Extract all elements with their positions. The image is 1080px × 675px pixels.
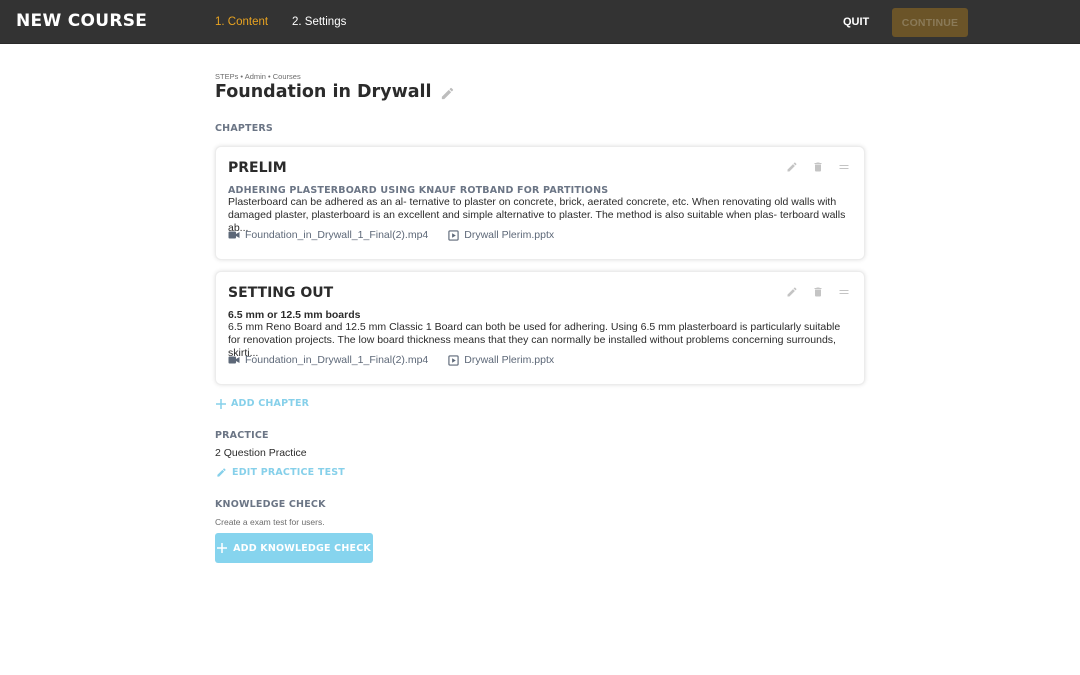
file-name: Foundation_in_Drywall_1_Final(2).mp4	[245, 354, 429, 366]
edit-practice-test-button[interactable]: EDIT PRACTICE TEST	[216, 467, 345, 478]
knowledge-check-hint: Create a exam test for users.	[215, 517, 325, 527]
page-brand-title: NEW COURSE	[16, 11, 148, 31]
trash-icon[interactable]	[810, 159, 826, 175]
course-title: Foundation in Drywall	[215, 82, 432, 102]
add-knowledge-check-button[interactable]: ADD KNOWLEDGE CHECK	[215, 533, 373, 563]
plus-icon	[216, 398, 226, 409]
edit-icon[interactable]	[784, 284, 800, 300]
file-link[interactable]: Drywall Plerim.pptx	[448, 354, 554, 366]
chapter-files: Foundation_in_Drywall_1_Final(2).mp4 Dry…	[228, 229, 554, 241]
continue-button[interactable]: CONTINUE	[892, 8, 968, 37]
chapters-heading: CHAPTERS	[215, 123, 273, 134]
chapter-actions	[784, 284, 852, 300]
tab-content[interactable]: 1. Content	[215, 16, 268, 28]
top-bar: NEW COURSE 1. Content 2. Settings QUIT C…	[0, 0, 1080, 44]
chapter-title: SETTING OUT	[228, 285, 334, 301]
quit-button[interactable]: QUIT	[843, 16, 869, 28]
file-name: Drywall Plerim.pptx	[464, 229, 555, 241]
presentation-play-icon	[448, 354, 459, 366]
practice-value: 2 Question Practice	[215, 447, 307, 459]
video-camera-icon	[228, 356, 240, 364]
add-chapter-button[interactable]: ADD CHAPTER	[216, 398, 309, 409]
video-camera-icon	[228, 231, 240, 239]
file-name: Drywall Plerim.pptx	[464, 354, 555, 366]
edit-practice-label: EDIT PRACTICE TEST	[232, 467, 345, 478]
tab-settings[interactable]: 2. Settings	[292, 16, 346, 28]
file-link[interactable]: Foundation_in_Drywall_1_Final(2).mp4	[228, 229, 428, 241]
practice-heading: PRACTICE	[215, 430, 269, 441]
file-name: Foundation_in_Drywall_1_Final(2).mp4	[245, 229, 429, 241]
chapter-actions	[784, 159, 852, 175]
chapter-title: PRELIM	[228, 160, 287, 176]
pencil-icon	[217, 468, 226, 477]
chapter-subtitle: 6.5 mm or 12.5 mm boards	[228, 309, 361, 321]
drag-handle-icon[interactable]	[836, 284, 852, 300]
chapter-subtitle: ADHERING PLASTERBOARD USING KNAUF ROTBAN…	[228, 185, 609, 196]
breadcrumb: STEPs • Admin • Courses	[215, 72, 301, 81]
chapter-card[interactable]: PRELIM ADHERING PLASTERBOARD USING KNAUF…	[215, 146, 865, 260]
knowledge-check-heading: KNOWLEDGE CHECK	[215, 499, 326, 510]
page-title: Foundation in Drywall	[215, 82, 455, 102]
edit-icon[interactable]	[784, 159, 800, 175]
chapter-card[interactable]: SETTING OUT 6.5 mm or 12.5 mm boards 6.5…	[215, 271, 865, 385]
add-knowledge-check-label: ADD KNOWLEDGE CHECK	[233, 542, 371, 554]
drag-handle-icon[interactable]	[836, 159, 852, 175]
add-chapter-label: ADD CHAPTER	[231, 398, 310, 409]
edit-title-icon[interactable]	[440, 86, 455, 101]
file-link[interactable]: Foundation_in_Drywall_1_Final(2).mp4	[228, 354, 428, 366]
chapter-files: Foundation_in_Drywall_1_Final(2).mp4 Dry…	[228, 354, 554, 366]
file-link[interactable]: Drywall Plerim.pptx	[448, 229, 554, 241]
trash-icon[interactable]	[810, 284, 826, 300]
plus-icon	[217, 543, 228, 553]
presentation-play-icon	[448, 229, 459, 241]
